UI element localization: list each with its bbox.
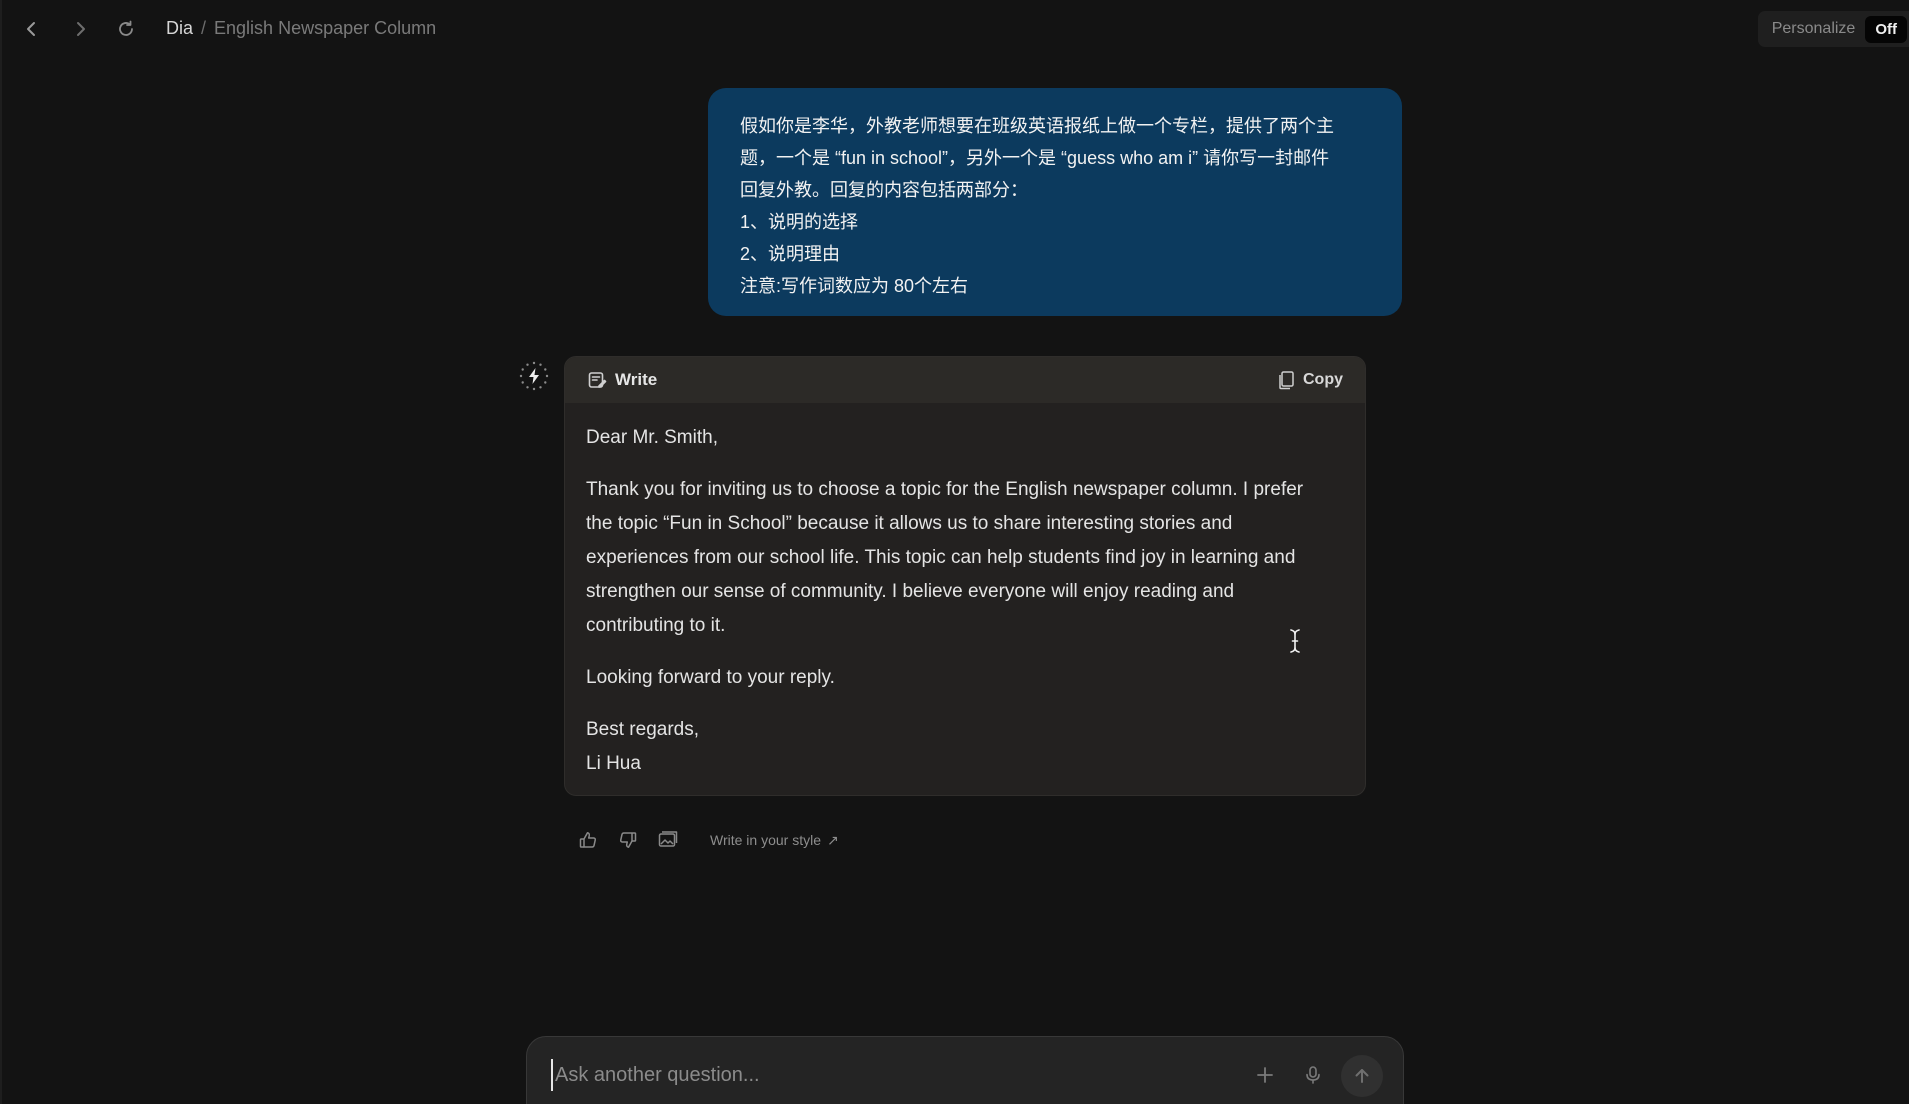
copy-icon (1279, 371, 1294, 390)
user-message-line: 注意:写作词数应为 80个左右 (740, 276, 969, 296)
external-arrow-icon: ↗ (827, 831, 839, 848)
letter-body: Thank you for inviting us to choose a to… (586, 479, 1304, 636)
personalize-label: Personalize (1771, 20, 1856, 37)
gallery-button[interactable] (656, 828, 680, 852)
ask-question-input[interactable] (551, 1059, 1201, 1091)
response-title: Write (587, 370, 657, 390)
breadcrumb: Dia / English Newspaper Column (166, 18, 436, 39)
letter-greeting: Dear Mr. Smith, (586, 427, 718, 448)
response-card: Write Copy Dear Mr. Smith, Thank you for… (564, 356, 1366, 796)
plus-icon (1257, 1067, 1273, 1083)
chevron-left-icon (27, 22, 35, 36)
feedback-row: Write in your style ↗ (576, 826, 839, 854)
microphone-icon (1306, 1066, 1320, 1084)
response-title-label: Write (615, 370, 658, 389)
style-link-label: Write in your style (710, 832, 821, 848)
personalize-toggle[interactable]: Off (1865, 15, 1907, 43)
thumbs-up-icon (579, 832, 597, 848)
microphone-button[interactable] (1297, 1059, 1329, 1091)
user-message-line: 2、说明理由 (740, 244, 841, 264)
forward-button[interactable] (66, 15, 94, 43)
text-cursor-icon (1290, 629, 1300, 653)
back-button[interactable] (18, 15, 46, 43)
personalize-control[interactable]: Personalize Off (1757, 11, 1909, 47)
user-message-line: 假如你是李华，外教老师想要在班级英语报纸上做一个专栏，提供了两个主 (740, 116, 1334, 136)
letter-closing: Looking forward to your reply. (586, 667, 835, 688)
user-message-bubble: 假如你是李华，外教老师想要在班级英语报纸上做一个专栏，提供了两个主 题，一个是 … (708, 88, 1402, 316)
send-button[interactable] (1341, 1055, 1383, 1097)
reload-button[interactable] (112, 15, 140, 43)
copy-button[interactable]: Copy (1277, 370, 1343, 390)
letter-signature: Li Hua (586, 753, 641, 774)
top-bar: Dia / English Newspaper Column Personali… (2, 0, 1909, 58)
response-body: Dear Mr. Smith, Thank you for inviting u… (565, 403, 1365, 781)
arrow-up-icon (1355, 1069, 1369, 1083)
add-attachment-button[interactable] (1249, 1059, 1281, 1091)
user-message-line: 回复外教。回复的内容包括两部分： (740, 180, 1028, 200)
app-window: Dia / English Newspaper Column Personali… (0, 0, 1909, 1104)
write-in-your-style-link[interactable]: Write in your style ↗ (710, 832, 839, 849)
copy-label: Copy (1303, 371, 1343, 388)
chevron-right-icon (77, 22, 85, 36)
assistant-spark-icon (519, 361, 549, 391)
breadcrumb-root[interactable]: Dia (166, 18, 193, 39)
breadcrumb-current: English Newspaper Column (214, 18, 437, 38)
reload-icon (119, 20, 133, 36)
thumbs-down-icon (619, 832, 637, 848)
write-icon (588, 372, 607, 388)
composer (526, 1036, 1404, 1104)
user-message-line: 题，一个是 “fun in school”，另外一个是 “guess who a… (740, 148, 1330, 168)
letter-signoff: Best regards, (586, 719, 699, 740)
user-message-line: 1、说明的选择 (740, 212, 859, 232)
breadcrumb-separator: / (201, 18, 207, 38)
gallery-icon (658, 831, 678, 847)
thumbs-down-button[interactable] (616, 828, 640, 852)
response-card-header: Write Copy (565, 357, 1365, 403)
thumbs-up-button[interactable] (576, 828, 600, 852)
